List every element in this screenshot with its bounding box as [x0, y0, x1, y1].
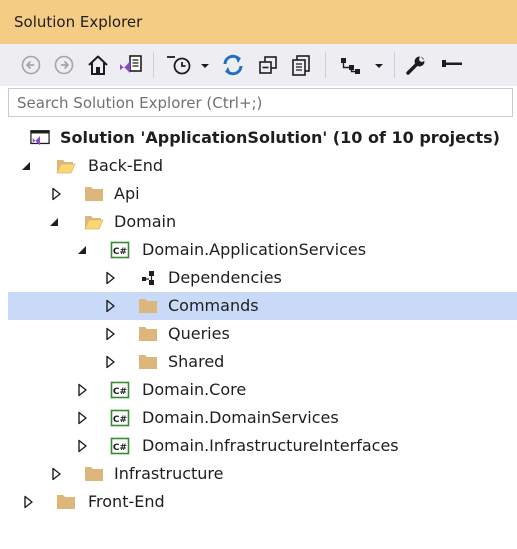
- tree-node-api[interactable]: Api: [8, 180, 517, 208]
- tree-node-label: Domain.Core: [142, 380, 247, 399]
- toolbar: [0, 44, 517, 86]
- tree-node-label: Solution 'ApplicationSolution' (10 of 10…: [60, 128, 500, 147]
- show-all-files-icon: [292, 55, 310, 76]
- csharp-project-icon: C#: [110, 409, 130, 427]
- back-arrow-icon: [21, 55, 41, 75]
- folder-icon: [139, 299, 157, 313]
- collapsed-arrow-icon[interactable]: [76, 439, 90, 453]
- wrench-icon: [406, 56, 425, 75]
- forward-arrow-icon: [54, 55, 74, 75]
- csharp-project-icon: C#: [110, 381, 130, 399]
- tree-node-label: Front-End: [88, 492, 165, 511]
- tree-node-back-end[interactable]: Back-End: [8, 152, 517, 180]
- csharp-project-icon: C#: [110, 437, 130, 455]
- tree-node-label: Domain.ApplicationServices: [142, 240, 367, 259]
- tree-node-domain-infrastructureinterfaces[interactable]: C# Domain.InfrastructureInterfaces: [8, 432, 517, 460]
- solution-icon: [30, 130, 50, 146]
- folder-icon: [139, 355, 157, 369]
- tree-node-label: Infrastructure: [114, 464, 224, 483]
- window-title: Solution Explorer: [14, 13, 143, 31]
- dependencies-icon: [142, 271, 154, 285]
- preview-selected-items-button[interactable]: [436, 50, 466, 80]
- tree-node-domain-domainservices[interactable]: C# Domain.DomainServices: [8, 404, 517, 432]
- tree-node-label: Shared: [168, 352, 225, 371]
- svg-text:C#: C#: [113, 415, 127, 425]
- tree-node-shared[interactable]: Shared: [8, 348, 517, 376]
- forward-button[interactable]: [51, 50, 77, 80]
- tree-node-label: Dependencies: [168, 268, 282, 287]
- tree-node-label: Domain: [114, 212, 177, 231]
- properties-button[interactable]: [402, 50, 430, 80]
- view-class-diagram-button[interactable]: [334, 50, 386, 80]
- tree-node-label: Queries: [168, 324, 230, 343]
- home-icon: [88, 55, 108, 75]
- tree-node-infrastructure[interactable]: Infrastructure: [8, 460, 517, 488]
- folder-icon: [139, 327, 157, 341]
- collapse-all-button[interactable]: [254, 50, 282, 80]
- tree-node-commands[interactable]: Commands: [8, 292, 517, 320]
- expanded-arrow-icon[interactable]: [20, 159, 34, 173]
- collapsed-arrow-icon[interactable]: [76, 383, 90, 397]
- collapsed-arrow-icon[interactable]: [104, 271, 118, 285]
- tree-node-domain[interactable]: Domain: [8, 208, 517, 236]
- switch-views-icon: [120, 55, 142, 73]
- folder-icon: [57, 495, 75, 509]
- home-button[interactable]: [84, 50, 112, 80]
- tree-node-label: Domain.DomainServices: [142, 408, 339, 427]
- expanded-arrow-icon[interactable]: [48, 215, 62, 229]
- search-box[interactable]: [8, 88, 513, 117]
- switch-views-button[interactable]: [116, 50, 146, 80]
- tree-node-label: Domain.InfrastructureInterfaces: [142, 436, 399, 455]
- folder-open-icon: [84, 216, 104, 230]
- collapsed-arrow-icon[interactable]: [104, 299, 118, 313]
- folder-icon: [85, 467, 103, 481]
- tree-node-label: Commands: [168, 296, 259, 315]
- folder-icon: [85, 187, 103, 201]
- preview-icon: [442, 60, 462, 67]
- collapsed-arrow-icon[interactable]: [76, 411, 90, 425]
- tree-node-domain-applicationservices[interactable]: C# Domain.ApplicationServices: [8, 236, 517, 264]
- hierarchy-icon: [341, 58, 383, 74]
- collapsed-arrow-icon[interactable]: [50, 467, 64, 481]
- tree-node-label: Api: [114, 184, 140, 203]
- svg-text:C#: C#: [113, 247, 127, 257]
- tree-node-front-end[interactable]: Front-End: [8, 488, 517, 516]
- search-input[interactable]: [9, 89, 512, 116]
- csharp-project-icon: C#: [110, 241, 130, 259]
- toolbar-separator: [153, 52, 154, 78]
- tree-node-dependencies[interactable]: Dependencies: [8, 264, 517, 292]
- folder-open-icon: [56, 160, 76, 174]
- expanded-arrow-icon[interactable]: [76, 243, 90, 257]
- solution-explorer-pane: Solution Explorer Search Solution Explor…: [0, 0, 517, 549]
- show-all-files-button[interactable]: [287, 50, 315, 80]
- svg-text:C#: C#: [113, 387, 127, 397]
- tree-node-domain-core[interactable]: C# Domain.Core: [8, 376, 517, 404]
- back-button[interactable]: [18, 50, 44, 80]
- pending-changes-filter-button[interactable]: [162, 50, 212, 80]
- collapse-all-icon: [259, 56, 277, 74]
- toolbar-separator: [394, 52, 395, 78]
- collapsed-arrow-icon[interactable]: [104, 327, 118, 341]
- toolbar-separator: [325, 52, 326, 78]
- collapsed-arrow-icon[interactable]: [104, 355, 118, 369]
- sync-active-document-button[interactable]: [218, 50, 248, 80]
- svg-text:C#: C#: [113, 443, 127, 453]
- title-bar[interactable]: Solution Explorer: [0, 0, 517, 44]
- clock-icon: [167, 56, 209, 75]
- sync-icon: [223, 54, 243, 76]
- collapsed-arrow-icon[interactable]: [50, 187, 64, 201]
- tree-node-label: Back-End: [88, 156, 164, 175]
- tree-node-solution[interactable]: Solution 'ApplicationSolution' (10 of 10…: [8, 124, 517, 152]
- tree-node-queries[interactable]: Queries: [8, 320, 517, 348]
- collapsed-arrow-icon[interactable]: [22, 495, 36, 509]
